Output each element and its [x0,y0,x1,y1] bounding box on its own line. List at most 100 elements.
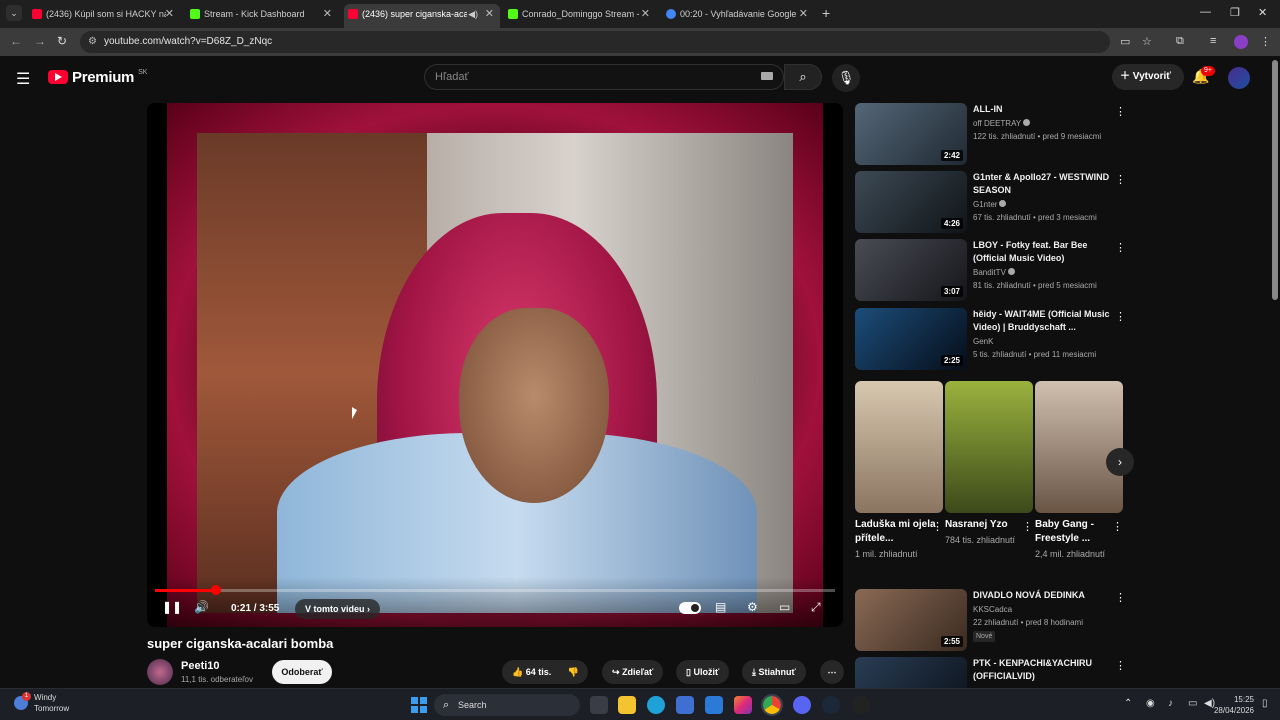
obs-icon[interactable] [852,696,870,714]
notification-center-icon[interactable]: ▯ [1262,698,1268,709]
back-arrow-icon[interactable]: ← [10,34,22,48]
volume-icon[interactable]: 🔊 [194,600,209,614]
hamburger-menu-icon[interactable]: ☰ [16,69,30,89]
discord-icon[interactable] [793,696,811,714]
progress-scrubber[interactable] [210,585,221,595]
pause-icon[interactable]: ❚❚ [162,600,182,614]
network-icon[interactable]: ▭ [1188,698,1197,709]
instagram-icon[interactable] [734,696,752,714]
dislike-button[interactable]: 👎 [568,667,579,677]
more-vertical-icon[interactable]: ⋮ [1112,520,1123,533]
tray-app-icon[interactable]: ◉ [1146,698,1155,709]
reload-icon[interactable]: ↻ [57,34,67,48]
minimize-icon[interactable]: — [1200,6,1211,18]
subtitles-icon[interactable]: ▤ [715,600,726,614]
site-info-icon[interactable]: ⚙ [88,31,97,53]
account-avatar[interactable] [1228,67,1250,89]
profile-avatar-icon[interactable] [1234,35,1248,49]
short-thumbnail[interactable] [855,381,943,513]
voice-search-mic-icon[interactable]: 🎙 [832,64,860,92]
browser-tab-5[interactable]: 00:20 - Vyhľadávanie Google ✕ [662,4,814,26]
forward-arrow-icon[interactable]: → [34,34,46,48]
cast-icon[interactable]: ▭ [1120,35,1130,48]
recommendation-channel[interactable]: BanditTV [973,268,1015,277]
tab-search-chevron-icon[interactable]: ⌄ [6,5,22,21]
short-item[interactable]: Nasranej Yzo 784 tis. zhliadnutí ⋮ [945,381,1033,547]
download-button[interactable]: ⤓ Stiahnuť [742,660,806,684]
channel-name[interactable]: Peeti10 [181,660,220,672]
taskbar-search[interactable]: Search [434,694,580,716]
recommendation-channel[interactable]: KKSCadca [973,605,1012,614]
recommendation-item[interactable]: 4:26 G1nter & Apollo27 - WESTWIND SEASON… [855,171,1126,233]
browser-tab-2[interactable]: Stream - Kick Dashboard ✕ [186,4,338,26]
close-tab-icon[interactable]: ✕ [641,4,650,24]
close-tab-icon[interactable]: ✕ [799,4,808,24]
chrome-icon[interactable] [761,694,783,716]
save-button[interactable]: ▯ Uložiť [676,660,730,684]
keyboard-icon[interactable] [761,72,773,80]
file-explorer-icon[interactable] [618,696,636,714]
browser-tab-3-active[interactable]: (2436) super ciganska-acala ◀) ✕ [344,4,500,28]
theater-mode-icon[interactable]: ▭ [779,600,790,614]
share-button[interactable]: ↪ Zdieľať [602,660,664,684]
create-button[interactable]: ＋ Vytvoriť [1112,64,1184,90]
store-icon[interactable] [705,696,723,714]
recommendation-item[interactable]: 3:07 LBOY - Fotky feat. Bar Bee (Officia… [855,239,1126,301]
video-thumbnail[interactable]: 2:55 [855,589,967,651]
short-thumbnail[interactable] [1035,381,1123,513]
video-player[interactable]: ❚❚ 🔊 0:21 / 3:55 V tomto videu › ▤ ⚙ ▭ ⤢ [147,103,843,627]
more-vertical-icon[interactable]: ⋮ [1022,520,1033,533]
recommendation-item[interactable]: 2:25 hĕidy - WAIT4ME (Official Music Vid… [855,308,1126,370]
settings-gear-icon[interactable]: ⚙ [747,600,758,614]
weather-widget[interactable]: 1 Windy Tomorrow [12,692,69,714]
chapters-button[interactable]: V tomto videu › [295,599,381,619]
recommendation-channel[interactable]: GenK [973,337,993,346]
browser-tab-4[interactable]: Conrado_Dominggo Stream - V ✕ [504,4,656,26]
recommendation-item[interactable]: 2:55 DIVADLO NOVÁ DEDINKA KKSCadca 22 zh… [855,589,1126,651]
more-vertical-icon[interactable]: ⋮ [1115,173,1126,186]
recommendation-item[interactable]: 2:42 ALL-IN off DEETRAY 122 tis. zhliadn… [855,103,1126,165]
tray-chevron-icon[interactable]: ⌃ [1124,698,1132,709]
recommendation-channel[interactable]: G1nter [973,200,1007,209]
more-menu-icon[interactable]: ⋮ [1260,35,1271,48]
video-thumbnail[interactable]: 2:42 [855,103,967,165]
media-control-icon[interactable]: ≡ [1210,35,1216,47]
task-view-icon[interactable] [590,696,608,714]
subscribe-button[interactable]: Odoberať [272,660,332,684]
more-vertical-icon[interactable]: ⋮ [1115,310,1126,323]
browser-tab-1[interactable]: (2436) Kúpil som si HACKY na S ✕ [28,4,180,26]
more-vertical-icon[interactable]: ⋮ [1115,241,1126,254]
page-scrollbar[interactable] [1272,60,1278,300]
close-tab-icon[interactable]: ✕ [165,4,174,24]
speaker-icon[interactable]: ◀) [468,4,478,24]
search-input[interactable]: Hľadať [424,64,784,90]
recommendation-channel[interactable]: off DEETRAY [973,119,1031,128]
shorts-next-chevron-icon[interactable]: › [1106,448,1134,476]
recommendation-title[interactable]: ALL-IN [973,103,1113,116]
url-field[interactable]: ⚙ youtube.com/watch?v=D68Z_D_zNqc [80,31,1110,53]
video-thumbnail[interactable] [855,657,967,688]
bookmark-star-icon[interactable]: ☆ [1142,35,1152,48]
recommendation-title[interactable]: PTK - KENPACHI&YACHIRU (OFFICIALVID) [973,657,1113,683]
search-button[interactable]: ⌕ [784,64,822,90]
edge-icon[interactable] [647,696,665,714]
short-item[interactable]: Laduška mi ojela přítele... 1 mil. zhlia… [855,381,943,561]
more-vertical-icon[interactable]: ⋮ [1115,105,1126,118]
recommendation-title[interactable]: G1nter & Apollo27 - WESTWIND SEASON [973,171,1113,197]
like-button[interactable]: 👍 64 tis. [512,667,551,677]
steam-icon[interactable] [822,696,840,714]
more-vertical-icon[interactable]: ⋮ [1115,659,1125,672]
progress-bar[interactable] [155,585,835,595]
recommendation-title[interactable]: hĕidy - WAIT4ME (Official Music Video) |… [973,308,1113,334]
youtube-premium-logo[interactable]: Premium SK [48,69,147,86]
close-window-icon[interactable]: ✕ [1258,6,1267,19]
more-vertical-icon[interactable]: ⋮ [932,520,943,533]
system-clock[interactable]: 15:25 28/04/2026 [1214,694,1254,716]
extensions-icon[interactable]: ⧉ [1176,35,1184,48]
close-tab-icon[interactable]: ✕ [323,4,332,24]
fullscreen-icon[interactable]: ⤢ [811,600,821,615]
channel-avatar[interactable] [147,659,173,685]
video-thumbnail[interactable]: 4:26 [855,171,967,233]
restore-icon[interactable]: ❐ [1230,6,1240,19]
recommendation-title[interactable]: DIVADLO NOVÁ DEDINKA [973,589,1113,602]
